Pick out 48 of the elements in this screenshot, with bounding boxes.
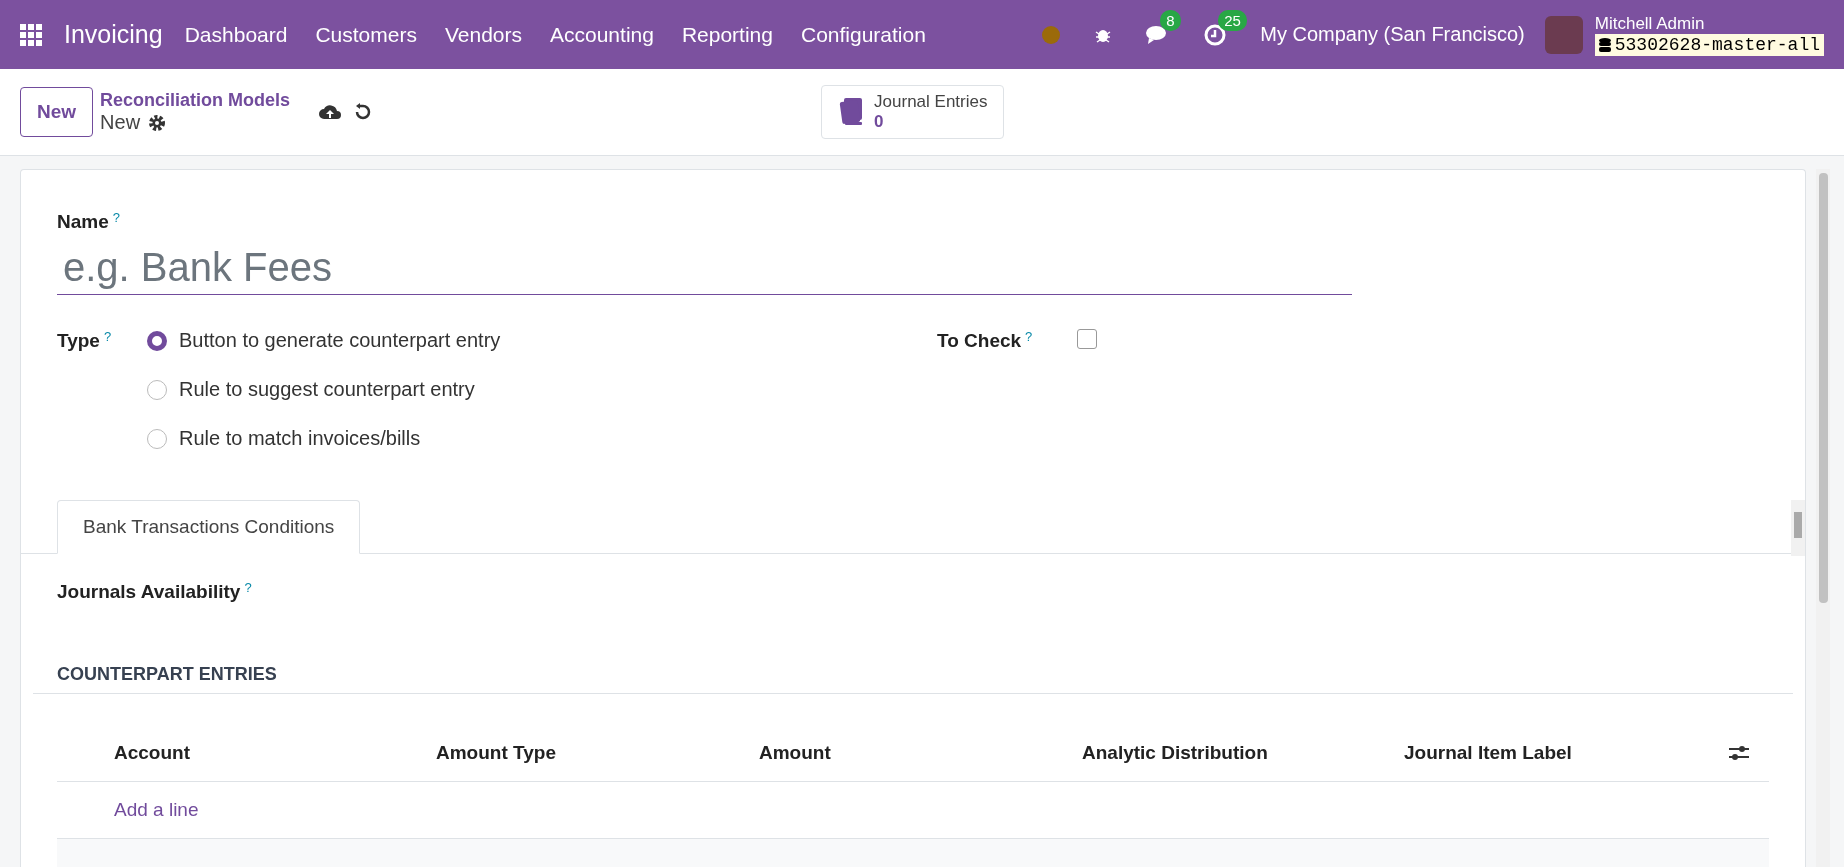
apps-grid-icon[interactable]: [20, 23, 42, 46]
breadcrumb-link[interactable]: Reconciliation Models: [100, 90, 316, 111]
field-label: Journals Availability: [57, 581, 241, 603]
database-icon: [1598, 37, 1611, 52]
menu-item[interactable]: Vendors: [444, 22, 522, 47]
section-title: COUNTERPART ENTRIES: [33, 663, 1793, 694]
app-name[interactable]: Invoicing: [64, 20, 163, 49]
tab[interactable]: Bank Transactions Conditions: [57, 500, 361, 555]
clock-icon[interactable]: [1204, 23, 1227, 46]
menu-item[interactable]: Configuration: [800, 22, 926, 47]
journal-entries-button[interactable]: Journal Entries 0: [821, 85, 1005, 139]
radio-option[interactable]: Rule to match invoices/bills: [147, 427, 501, 451]
radio-button[interactable]: [147, 379, 167, 400]
gear-icon[interactable]: [148, 113, 167, 132]
help-tooltip[interactable]: ?: [244, 580, 252, 596]
user-name[interactable]: Mitchell Admin: [1594, 13, 1824, 34]
company-switcher[interactable]: My Company (San Francisco): [1260, 23, 1525, 46]
help-tooltip[interactable]: ?: [112, 210, 120, 225]
new-button[interactable]: New: [20, 87, 94, 137]
column-header[interactable]: Journal Item Label: [1404, 742, 1729, 765]
checkbox[interactable]: [1077, 329, 1097, 350]
database-label: 53302628-master-all: [1594, 33, 1824, 56]
scrollbar[interactable]: [1791, 500, 1805, 557]
activity-count: 25: [1218, 9, 1247, 31]
message-count: 8: [1160, 9, 1181, 31]
book-icon: [838, 97, 865, 127]
column-settings-icon[interactable]: [1729, 744, 1749, 763]
field-label: Name: [57, 211, 109, 233]
radio-option[interactable]: Button to generate counterpart entry: [147, 329, 501, 353]
menu-item[interactable]: Dashboard: [184, 22, 288, 47]
help-tooltip[interactable]: ?: [103, 329, 112, 345]
radio-option[interactable]: Rule to suggest counterpart entry: [147, 378, 501, 402]
column-header[interactable]: Account: [114, 742, 436, 765]
menu-item[interactable]: Accounting: [550, 22, 654, 47]
column-header[interactable]: Analytic Distribution: [1082, 742, 1404, 765]
menu-item[interactable]: Customers: [315, 22, 417, 47]
scrollbar-thumb[interactable]: [1818, 173, 1828, 603]
record-name: New: [100, 111, 141, 134]
column-header[interactable]: Amount Type: [436, 742, 759, 765]
radio-button[interactable]: [147, 330, 167, 351]
field-label: Type: [57, 330, 100, 352]
menu-item[interactable]: Reporting: [681, 22, 773, 47]
column-header[interactable]: Amount: [759, 742, 1082, 765]
add-line-link[interactable]: Add a line: [114, 798, 199, 821]
help-tooltip[interactable]: ?: [1025, 329, 1033, 345]
radio-button[interactable]: [147, 428, 167, 449]
status-dot-icon: [1042, 25, 1061, 44]
field-label: To Check: [937, 330, 1022, 352]
